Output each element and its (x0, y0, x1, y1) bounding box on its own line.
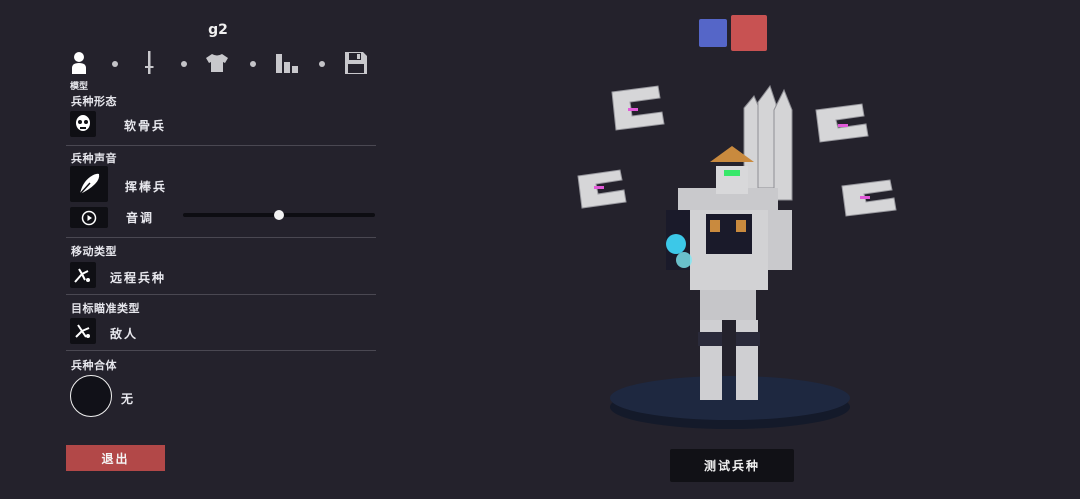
section-divider (66, 237, 376, 238)
tab-model-caption: 模型 (70, 82, 89, 92)
shirt-icon (206, 54, 228, 72)
feather-icon (79, 173, 100, 195)
sword-icon (145, 51, 154, 74)
skull-mask-icon (76, 115, 90, 131)
bar-chart-icon (276, 54, 298, 73)
exit-button[interactable]: 退出 (66, 445, 165, 471)
voice-section-label: 兵种声音 (71, 152, 117, 165)
targeting-section-label: 目标瞄准类型 (71, 302, 140, 315)
play-icon (81, 210, 97, 225)
movement-selector-button[interactable] (70, 262, 96, 288)
movement-section-label: 移动类型 (71, 245, 117, 258)
voice-selector-button[interactable] (70, 166, 108, 202)
play-voice-button[interactable] (70, 207, 108, 228)
tab-separator-dot (250, 61, 256, 67)
tab-stats[interactable] (274, 48, 300, 78)
unit-name[interactable]: g2 (0, 22, 436, 38)
tab-save[interactable] (343, 48, 369, 78)
test-unit-button[interactable]: 测试兵种 (670, 449, 794, 482)
targeting-selector-button[interactable] (70, 318, 96, 344)
pitch-slider-knob[interactable] (274, 210, 284, 220)
fusion-selector-button[interactable] (70, 375, 112, 417)
target-pose-icon (75, 324, 90, 338)
unit-preview[interactable] (560, 70, 940, 450)
form-value: 软骨兵 (124, 119, 167, 133)
tab-weapon[interactable] (136, 48, 162, 78)
movement-value: 远程兵种 (110, 271, 167, 285)
person-icon (72, 52, 86, 74)
section-divider (66, 350, 376, 351)
pitch-slider[interactable] (183, 210, 375, 220)
pedestal (610, 376, 850, 420)
pitch-label: 音调 (126, 211, 155, 225)
editor-tab-bar (66, 48, 376, 80)
section-divider (66, 294, 376, 295)
floppy-disk-icon (345, 52, 367, 74)
voice-value: 挥棒兵 (125, 180, 168, 194)
targeting-value: 敌人 (110, 327, 139, 341)
section-divider (66, 145, 376, 146)
form-section-label: 兵种形态 (71, 95, 117, 108)
form-selector-button[interactable] (70, 111, 96, 137)
tab-separator-dot (319, 61, 325, 67)
fusion-section-label: 兵种合体 (71, 359, 117, 372)
ranged-pose-icon (74, 268, 90, 283)
tab-model[interactable] (66, 48, 92, 78)
tab-separator-dot (112, 61, 118, 67)
fusion-value: 无 (121, 392, 136, 406)
red-team-button[interactable] (731, 15, 767, 51)
unit-model-render (577, 84, 897, 429)
tab-separator-dot (181, 61, 187, 67)
blue-team-button[interactable] (699, 19, 727, 47)
tab-clothing[interactable] (204, 48, 230, 78)
